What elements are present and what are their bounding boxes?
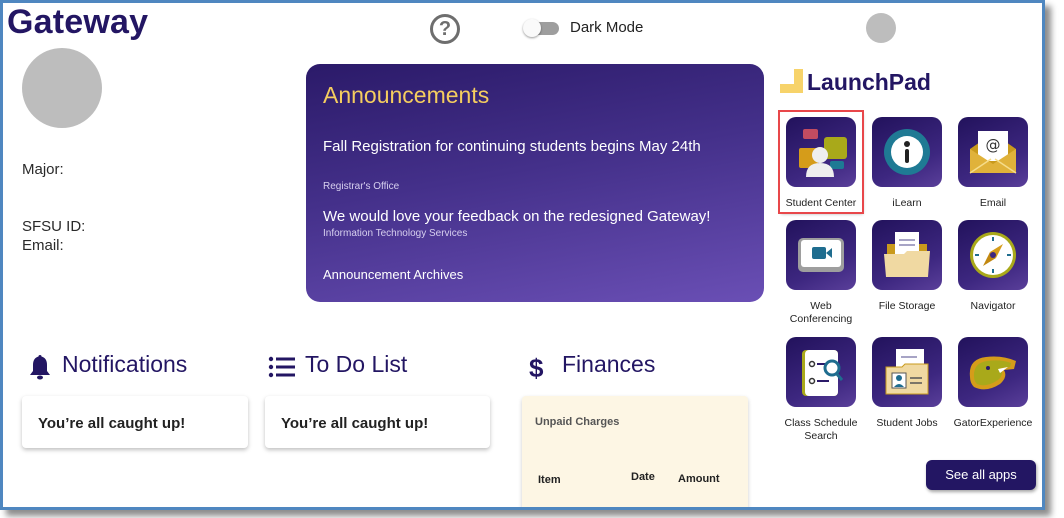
announcement-title[interactable]: Fall Registration for continuing student… [323, 135, 743, 159]
video-camera-icon [786, 220, 856, 290]
todo-card: You’re all caught up! [265, 396, 490, 448]
app-gatorexperience[interactable]: GatorExperience [952, 337, 1034, 430]
user-avatar-button[interactable] [866, 13, 896, 43]
column-header-item: Item [538, 474, 561, 486]
app-label: Web Conferencing [789, 300, 853, 325]
svg-text:@: @ [986, 136, 1001, 154]
site-title: Gateway [7, 3, 149, 41]
app-label: Class Schedule Search [784, 417, 858, 442]
app-label: Email [979, 197, 1007, 209]
compass-icon [958, 220, 1028, 290]
gateway-page: Gateway Major: SFSU ID: Email: ? Dark Mo… [3, 3, 1042, 507]
dollar-icon: $ [529, 353, 544, 383]
app-label: Student Jobs [876, 417, 938, 429]
announcement-source: Registrar's Office [323, 181, 400, 192]
gator-icon [958, 337, 1028, 407]
see-all-apps-button[interactable]: See all apps [926, 460, 1036, 490]
launchpad-title: LaunchPad [807, 69, 931, 95]
dark-mode-label: Dark Mode [570, 19, 644, 36]
bell-icon [28, 354, 52, 385]
announcements-panel: Announcements Fall Registration for cont… [306, 64, 764, 302]
todo-title: To Do List [305, 351, 408, 377]
app-email[interactable]: @ Email [952, 117, 1034, 210]
app-web-conferencing[interactable]: Web Conferencing [780, 220, 862, 326]
announcements-title: Announcements [323, 82, 490, 108]
finances-title: Finances [562, 351, 656, 377]
toggle-knob [523, 19, 541, 37]
schedule-search-icon [786, 337, 856, 407]
app-label: Navigator [970, 300, 1016, 312]
app-file-storage[interactable]: File Storage [866, 220, 948, 313]
browser-frame: Gateway Major: SFSU ID: Email: ? Dark Mo… [0, 0, 1045, 510]
question-circle-icon[interactable]: ? [430, 14, 460, 44]
finances-card: Unpaid Charges Item Date Amount [522, 396, 748, 507]
dark-mode-toggle[interactable] [523, 19, 559, 37]
announcement-title[interactable]: We would love your feedback on the redes… [323, 205, 743, 229]
app-student-center[interactable]: Student Center [778, 110, 864, 214]
folder-icon [872, 220, 942, 290]
app-label: Student Center [785, 197, 857, 209]
column-header-amount: Amount [678, 473, 720, 485]
student-center-icon [786, 117, 856, 187]
notifications-card: You’re all caught up! [22, 396, 248, 448]
announcement-source: Information Technology Services [323, 228, 468, 239]
sfsu-id-label: SFSU ID: [22, 218, 86, 235]
app-label: iLearn [892, 197, 922, 209]
launchpad-logo-icon [780, 69, 804, 93]
column-header-date: Date [631, 471, 655, 483]
unpaid-charges-label: Unpaid Charges [535, 416, 620, 428]
major-label: Major: [22, 161, 64, 178]
profile-avatar [22, 48, 102, 128]
app-class-schedule-search[interactable]: Class Schedule Search [780, 337, 862, 443]
email-label: Email: [22, 237, 64, 254]
id-folder-icon [872, 337, 942, 407]
notifications-message: You’re all caught up! [38, 415, 186, 432]
app-label: File Storage [878, 300, 936, 312]
app-ilearn[interactable]: iLearn [866, 117, 948, 210]
list-icon [268, 356, 296, 383]
envelope-icon: @ [958, 117, 1028, 187]
app-label: GatorExperience [953, 417, 1033, 429]
todo-message: You’re all caught up! [281, 415, 429, 432]
announcement-archives-link[interactable]: Announcement Archives [323, 267, 463, 282]
info-icon [872, 117, 942, 187]
notifications-title: Notifications [62, 351, 188, 377]
app-student-jobs[interactable]: Student Jobs [866, 337, 948, 430]
app-navigator[interactable]: Navigator [952, 220, 1034, 313]
